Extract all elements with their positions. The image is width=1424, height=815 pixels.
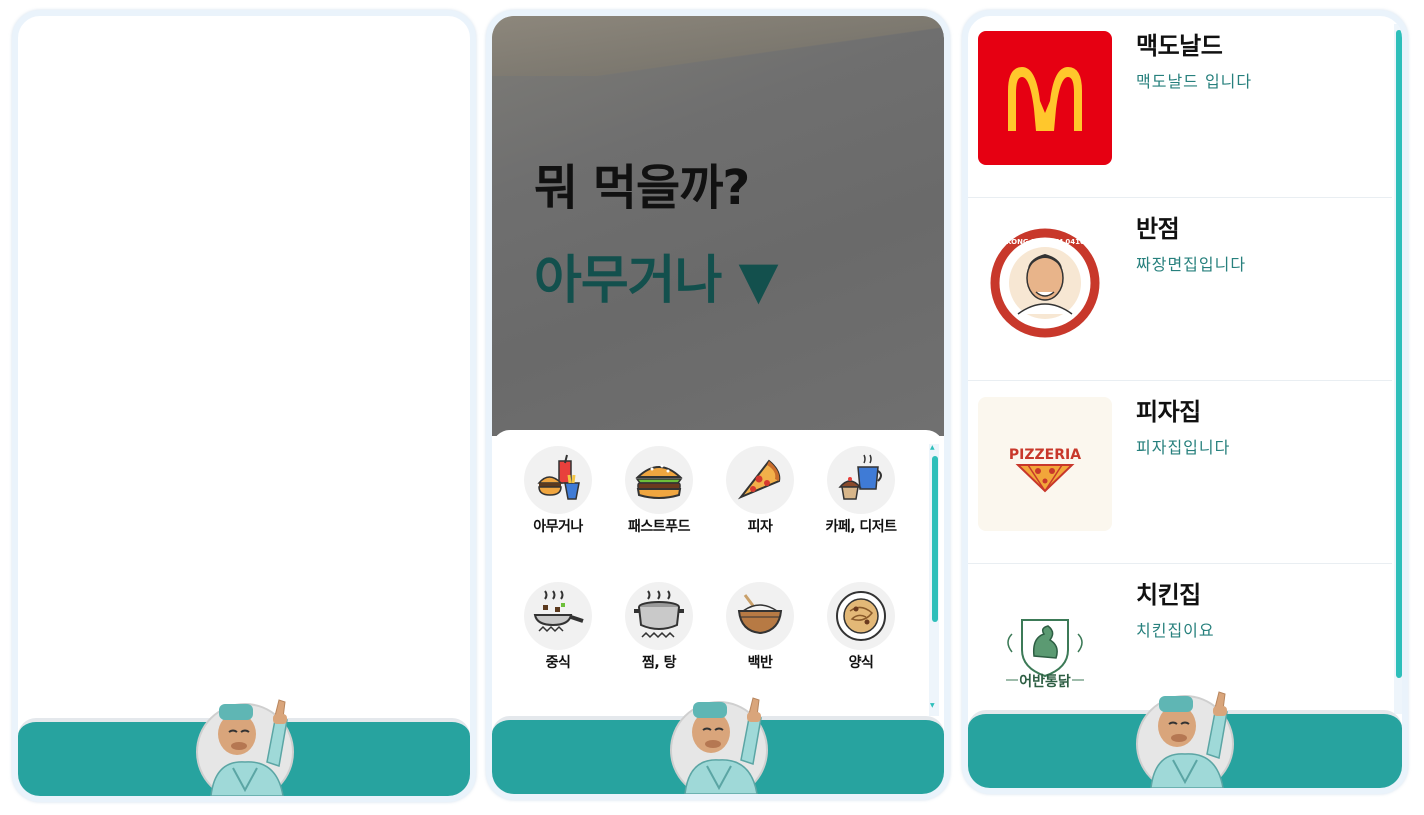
- restaurant-item-banjum[interactable]: HONGKONG BANJUM 0410 PLUS 반점 짜장면집입니다: [968, 199, 1392, 381]
- chef-mascot-icon[interactable]: [1133, 682, 1243, 788]
- category-korean-meal[interactable]: 백반: [710, 582, 810, 682]
- category-label: 찜, 탕: [642, 655, 676, 671]
- cafe-dessert-icon: [827, 446, 895, 514]
- chef-mascot-icon[interactable]: [667, 688, 777, 794]
- phone-screen-blank: [12, 10, 476, 802]
- pizzeria-logo: PIZZERIA: [978, 397, 1112, 531]
- chef-mascot-icon[interactable]: [193, 690, 303, 796]
- category-dropdown[interactable]: 아무거나 ▼: [534, 238, 778, 313]
- category-label: 양식: [848, 655, 874, 671]
- pizzeria-logo-text: PIZZERIA: [1009, 447, 1081, 463]
- restaurant-name: 맥도날드: [1136, 32, 1223, 60]
- category-cafe[interactable]: 카페, 디저트: [811, 446, 911, 546]
- category-label: 아무거나: [533, 519, 583, 535]
- category-pizza[interactable]: 피자: [710, 446, 810, 546]
- category-scrollbar-thumb[interactable]: [932, 456, 938, 622]
- hero-paper-texture: [492, 16, 944, 76]
- category-stew[interactable]: 찜, 탕: [609, 582, 709, 682]
- category-label: 백반: [747, 655, 773, 671]
- urban-chicken-logo: 어반통닭: [978, 580, 1112, 714]
- restaurant-list-scrollbar-thumb[interactable]: [1396, 30, 1402, 678]
- phone-screen-restaurant-list: 맥도날드 맥도날드 입니다 HONGKONG BANJUM 0410 PLUS …: [962, 10, 1408, 794]
- banjum-logo: HONGKONG BANJUM 0410 PLUS: [978, 214, 1112, 348]
- pizza-icon: [726, 446, 794, 514]
- category-label: 패스트푸드: [628, 519, 690, 535]
- restaurant-description: 피자집입니다: [1136, 438, 1231, 457]
- category-label: 카페, 디저트: [825, 519, 897, 535]
- wok-icon: [524, 582, 592, 650]
- category-chinese[interactable]: 중식: [508, 582, 608, 682]
- pot-icon: [625, 582, 693, 650]
- phone-screen-home: 뭐 먹을까? 아무거나 ▼ 아무거나 패스트푸드 피자 카페, 디저트 중식 찜…: [486, 10, 950, 800]
- category-western[interactable]: 양식: [811, 582, 911, 682]
- category-label: 피자: [747, 519, 773, 535]
- restaurant-list: 맥도날드 맥도날드 입니다 HONGKONG BANJUM 0410 PLUS …: [968, 16, 1402, 714]
- scroll-down-arrow-icon[interactable]: ▼: [930, 702, 935, 709]
- restaurant-name: 반점: [1136, 215, 1180, 243]
- category-panel: 아무거나 패스트푸드 피자 카페, 디저트 중식 찜, 탕 백반 양식 ▲ ▼: [492, 430, 944, 730]
- hero-title: 뭐 먹을까?: [534, 160, 750, 216]
- restaurant-description: 맥도날드 입니다: [1136, 72, 1253, 91]
- category-fastfood[interactable]: 패스트푸드: [609, 446, 709, 546]
- category-any[interactable]: 아무거나: [508, 446, 608, 546]
- hero-banner: 뭐 먹을까? 아무거나 ▼: [492, 16, 944, 436]
- restaurant-item-pizza[interactable]: PIZZERIA 피자집 피자집입니다: [968, 382, 1392, 564]
- urban-chicken-logo-text: 어반통닭: [1019, 673, 1071, 690]
- banjum-logo-text: HONGKONG BANJUM 0410 PLUS: [983, 238, 1108, 246]
- restaurant-description: 치킨집이요: [1136, 621, 1215, 640]
- restaurant-item-mcdonalds[interactable]: 맥도날드 맥도날드 입니다: [968, 16, 1392, 198]
- restaurant-name: 피자집: [1136, 398, 1201, 426]
- rice-bowl-icon: [726, 582, 794, 650]
- burger-icon: [625, 446, 693, 514]
- category-label: 중식: [545, 655, 571, 671]
- pasta-plate-icon: [827, 582, 895, 650]
- restaurant-description: 짜장면집입니다: [1136, 255, 1247, 274]
- combo-meal-icon: [524, 446, 592, 514]
- restaurant-name: 치킨집: [1136, 581, 1201, 609]
- mcdonalds-logo: [978, 31, 1112, 165]
- scroll-up-arrow-icon[interactable]: ▲: [930, 444, 935, 451]
